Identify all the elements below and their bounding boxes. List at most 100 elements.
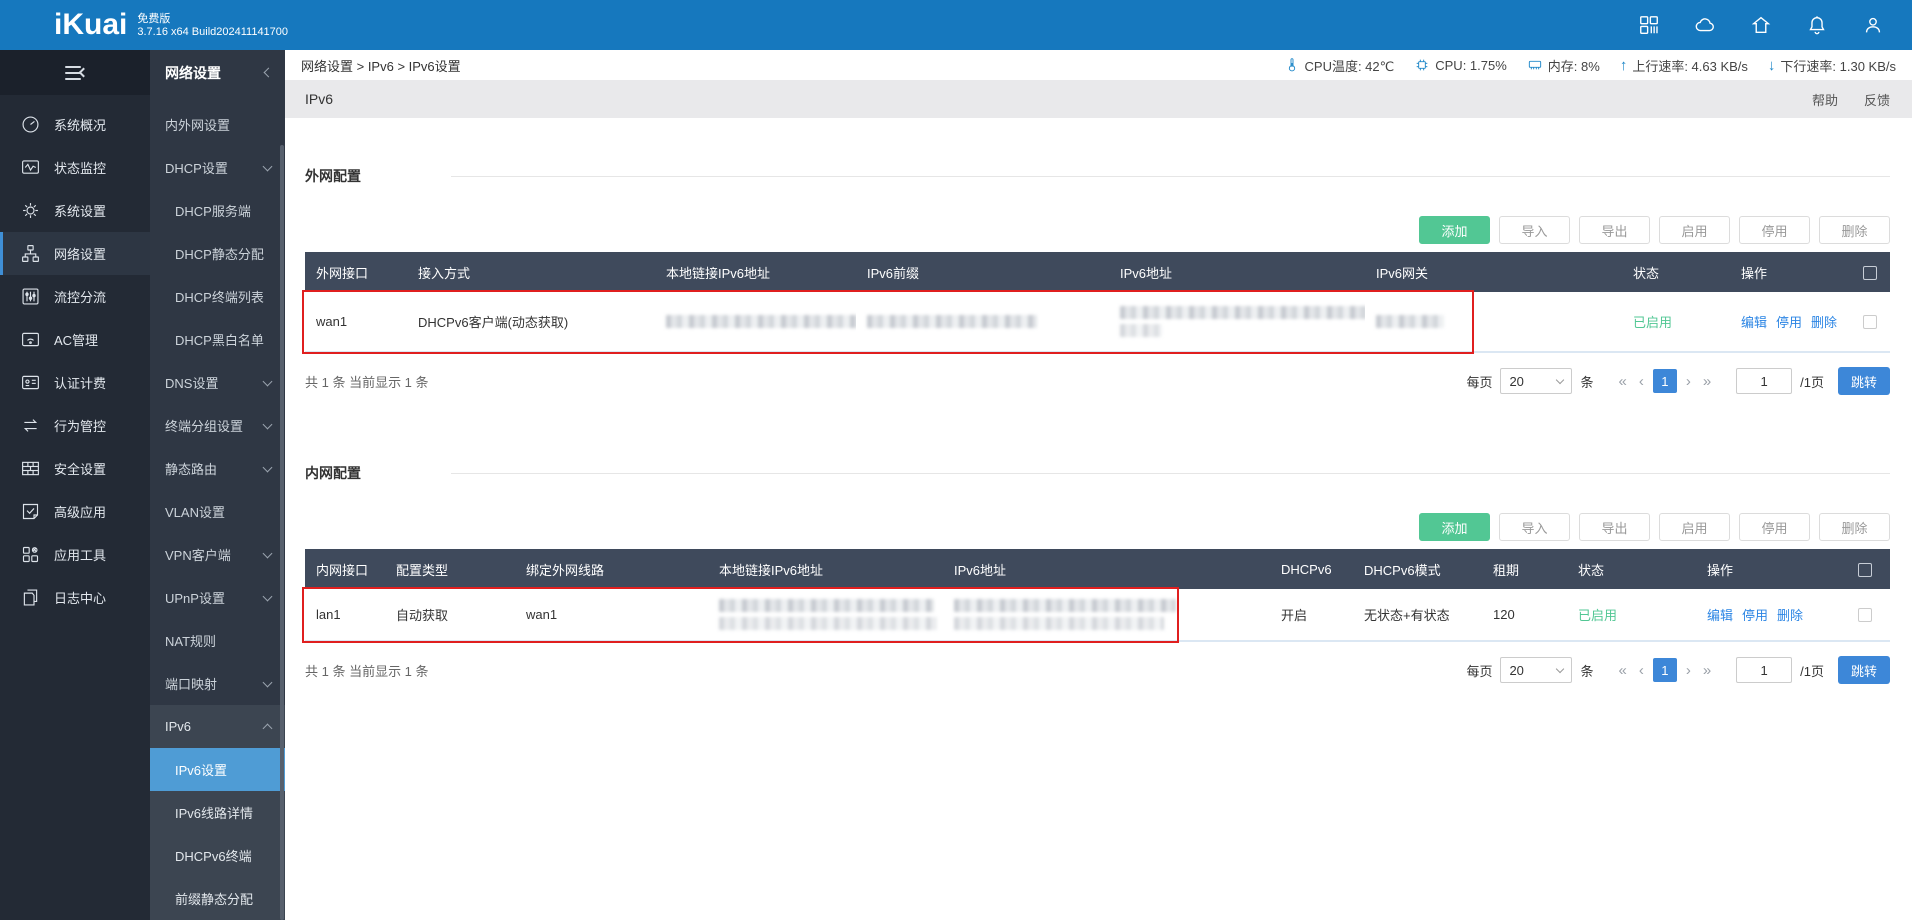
enable-button[interactable]: 启用 — [1659, 513, 1730, 541]
menu-item-port-mapping[interactable]: 端口映射 — [150, 662, 285, 705]
sidebar-item-app-tools[interactable]: 应用工具 — [0, 533, 150, 576]
menu-item-nat-rules[interactable]: NAT规则 — [150, 619, 285, 662]
menu-item-ipv6-line-details[interactable]: IPv6线路详情 — [150, 791, 285, 834]
next-page-button[interactable]: › — [1683, 662, 1694, 679]
sidebar-item-advanced-apps[interactable]: 高级应用 — [0, 490, 150, 533]
cloud-icon[interactable] — [1694, 14, 1716, 36]
menu-item-dns-settings[interactable]: DNS设置 — [150, 361, 285, 404]
menu-item-terminal-groups[interactable]: 终端分组设置 — [150, 404, 285, 447]
per-page-select[interactable]: 20 — [1500, 368, 1572, 394]
edit-link[interactable]: 编辑 — [1707, 608, 1733, 623]
import-button[interactable]: 导入 — [1499, 513, 1570, 541]
wan-table: 外网接口 接入方式 本地链接IPv6地址 IPv6前缀 IPv6地址 IPv6网… — [305, 252, 1890, 353]
export-button[interactable]: 导出 — [1579, 513, 1650, 541]
breadcrumb[interactable]: 网络设置 > IPv6 > IPv6设置 — [301, 56, 461, 75]
redacted-value — [719, 617, 937, 630]
first-page-button[interactable]: « — [1615, 373, 1629, 390]
sidebar-item-system-settings[interactable]: 系统设置 — [0, 189, 150, 232]
sidebar-item-behavior-control[interactable]: 行为管控 — [0, 404, 150, 447]
sidebar-item-log-center[interactable]: 日志中心 — [0, 576, 150, 619]
sidebar-item-status-monitor[interactable]: 状态监控 — [0, 146, 150, 189]
delete-link[interactable]: 删除 — [1777, 608, 1803, 623]
version-text: 免费版 3.7.16 x64 Build202411141700 — [137, 13, 288, 40]
sidebar-item-system-overview[interactable]: 系统概况 — [0, 103, 150, 146]
network-icon — [20, 243, 41, 264]
disable-link[interactable]: 停用 — [1742, 608, 1768, 623]
row-checkbox[interactable] — [1858, 608, 1872, 622]
menu-item-dhcp-server[interactable]: DHCP服务端 — [150, 189, 285, 232]
wifi-box-icon — [20, 329, 41, 350]
page-number-button[interactable]: 1 — [1653, 658, 1677, 682]
add-button[interactable]: 添加 — [1419, 513, 1490, 541]
disable-link[interactable]: 停用 — [1776, 315, 1802, 330]
next-page-button[interactable]: › — [1683, 373, 1694, 390]
menu-item-dhcpv6-terminals[interactable]: DHCPv6终端 — [150, 834, 285, 877]
menu-item-vlan-settings[interactable]: VLAN设置 — [150, 490, 285, 533]
redacted-value — [954, 617, 1164, 630]
select-all-checkbox[interactable] — [1858, 563, 1872, 577]
sidebar-item-security-settings[interactable]: 安全设置 — [0, 447, 150, 490]
import-button[interactable]: 导入 — [1499, 216, 1570, 244]
page-jump-input[interactable] — [1736, 368, 1792, 394]
help-link[interactable]: 帮助 — [1812, 90, 1838, 109]
add-button[interactable]: 添加 — [1419, 216, 1490, 244]
disable-button[interactable]: 停用 — [1739, 513, 1810, 541]
lan-pagination: 每页 20 条 « ‹ 1 › » /1页 跳转 — [1466, 656, 1890, 684]
sidebar-scrollbar[interactable] — [280, 145, 284, 920]
swap-arrows-icon — [20, 415, 41, 436]
menu-item-ipv6-settings[interactable]: IPv6设置 — [150, 748, 285, 791]
feedback-link[interactable]: 反馈 — [1864, 90, 1890, 109]
sidebar-item-flow-control[interactable]: 流控分流 — [0, 275, 150, 318]
menu-item-lan-wan-settings[interactable]: 内外网设置 — [150, 103, 285, 146]
last-page-button[interactable]: » — [1700, 373, 1714, 390]
build-label: 3.7.16 x64 Build202411141700 — [137, 26, 288, 38]
wan-interface-cell: wan1 — [305, 292, 407, 352]
menu-item-upnp-settings[interactable]: UPnP设置 — [150, 576, 285, 619]
jump-button[interactable]: 跳转 — [1838, 656, 1890, 684]
menu-item-dhcp-terminals[interactable]: DHCP终端列表 — [150, 275, 285, 318]
delete-button[interactable]: 删除 — [1819, 513, 1890, 541]
sidebar-item-label: AC管理 — [54, 330, 98, 349]
lan-section-title: 内网配置 — [305, 463, 451, 483]
sidebar-item-auth-billing[interactable]: 认证计费 — [0, 361, 150, 404]
row-checkbox[interactable] — [1863, 315, 1877, 329]
menu-item-vpn-client[interactable]: VPN客户端 — [150, 533, 285, 576]
menu-item-static-routes[interactable]: 静态路由 — [150, 447, 285, 490]
jump-button[interactable]: 跳转 — [1838, 367, 1890, 395]
dhcpv6-mode-cell: 无状态+有状态 — [1353, 589, 1482, 641]
enable-button[interactable]: 启用 — [1659, 216, 1730, 244]
sidebar-item-network-settings[interactable]: 网络设置 — [0, 232, 150, 275]
edit-link[interactable]: 编辑 — [1741, 315, 1767, 330]
monitor-icon — [20, 157, 41, 178]
page-number-button[interactable]: 1 — [1653, 369, 1677, 393]
prev-page-button[interactable]: ‹ — [1636, 662, 1647, 679]
user-icon[interactable] — [1862, 14, 1884, 36]
home-icon[interactable] — [1750, 14, 1772, 36]
redacted-value — [1120, 324, 1162, 337]
disable-button[interactable]: 停用 — [1739, 216, 1810, 244]
menu-item-dhcp-settings[interactable]: DHCP设置 — [150, 146, 285, 189]
export-button[interactable]: 导出 — [1579, 216, 1650, 244]
delete-link[interactable]: 删除 — [1811, 315, 1837, 330]
menu-collapse-button[interactable] — [0, 50, 150, 95]
last-page-button[interactable]: » — [1700, 662, 1714, 679]
menu-item-dhcp-static[interactable]: DHCP静态分配 — [150, 232, 285, 275]
first-page-button[interactable]: « — [1615, 662, 1629, 679]
prev-page-button[interactable]: ‹ — [1636, 373, 1647, 390]
per-page-select[interactable]: 20 — [1500, 657, 1572, 683]
select-all-checkbox[interactable] — [1863, 266, 1877, 280]
downlink-metric: ↓ 下行速率: 1.30 KB/s — [1768, 56, 1896, 75]
menu-item-prefix-static[interactable]: 前缀静态分配 — [150, 877, 285, 920]
delete-button[interactable]: 删除 — [1819, 216, 1890, 244]
system-metrics: CPU温度: 42℃ CPU: 1.75% 内存: 8% ↑ 上行速率: 4.6… — [1284, 56, 1896, 75]
tools-icon — [20, 544, 41, 565]
bell-icon[interactable] — [1806, 14, 1828, 36]
gear-icon — [20, 200, 41, 221]
menu-item-ipv6[interactable]: IPv6 — [150, 705, 285, 748]
page-jump-input[interactable] — [1736, 657, 1792, 683]
menu-item-dhcp-blackwhite[interactable]: DHCP黑白名单 — [150, 318, 285, 361]
sidebar-item-label: 状态监控 — [54, 158, 106, 177]
collapse-sidebar-icon[interactable] — [264, 68, 274, 78]
sidebar-item-ac-management[interactable]: AC管理 — [0, 318, 150, 361]
apps-icon[interactable] — [1638, 14, 1660, 36]
